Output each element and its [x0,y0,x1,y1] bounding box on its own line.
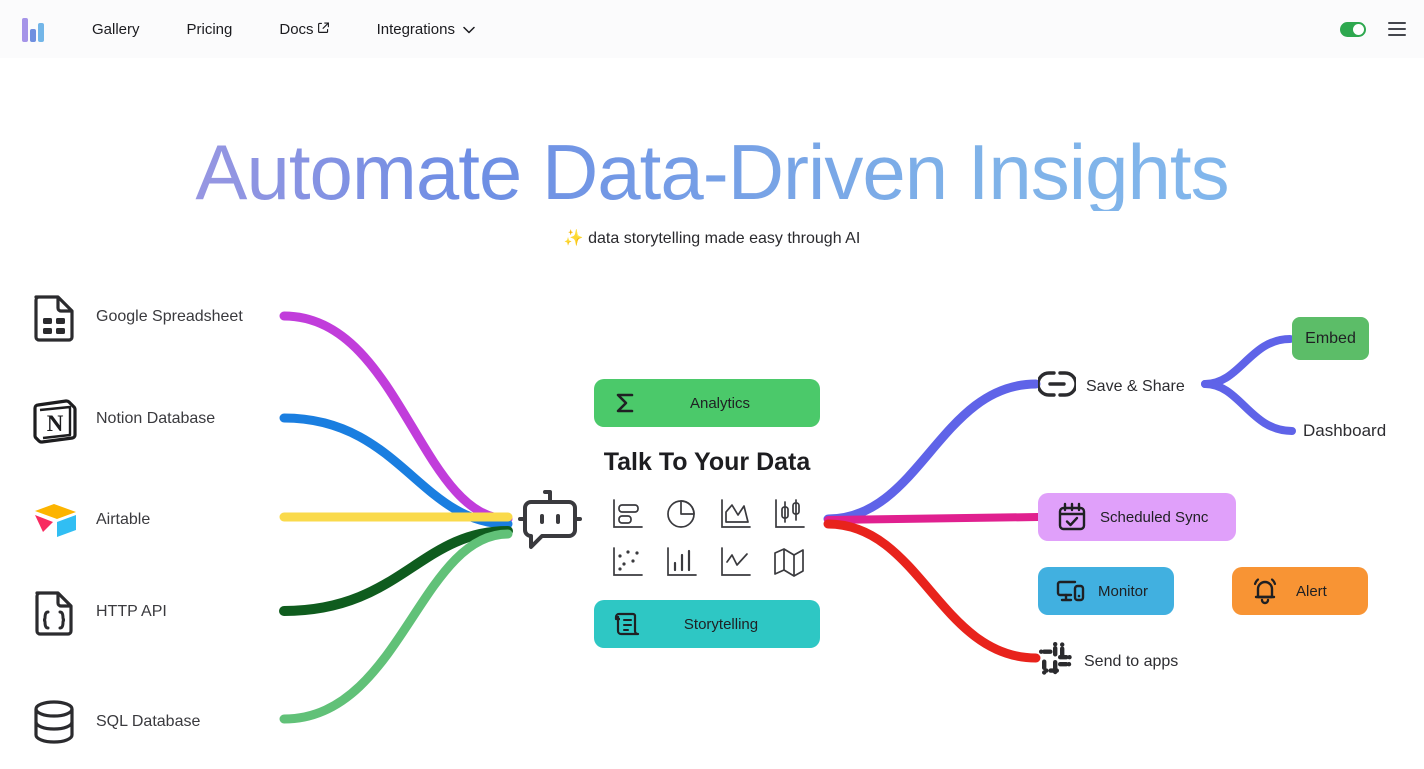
monitor-device-icon [1056,577,1086,605]
bell-icon [1250,576,1280,606]
json-braces-file-icon [26,584,82,640]
analytics-badge[interactable]: Analytics [594,379,820,427]
horizontal-bar-chart-icon[interactable] [609,496,645,537]
storytelling-label: Storytelling [683,615,759,633]
source-airtable[interactable]: Airtable [26,492,150,548]
source-google-spreadsheet[interactable]: Google Spreadsheet [26,289,243,345]
source-notion-database[interactable]: N Notion Database [26,391,215,447]
sigma-icon [612,390,638,416]
notion-icon: N [26,391,82,447]
scroll-document-icon [612,610,640,638]
alert-label: Alert [1296,582,1327,600]
candlestick-chart-icon[interactable] [771,496,807,537]
airtable-icon [26,492,82,548]
scheduled-sync-label: Scheduled Sync [1100,508,1209,526]
line-chart-icon[interactable] [717,544,753,585]
center-heading: Talk To Your Data [603,448,811,476]
connector-sql-database [279,529,513,724]
source-label: SQL Database [96,713,201,730]
vertical-bar-chart-icon[interactable] [663,544,699,585]
connector-scheduled-sync [824,513,1042,524]
database-cylinder-icon [26,694,82,750]
map-chart-icon[interactable] [771,544,807,585]
connector-save-share [823,379,1041,524]
monitor-label: Monitor [1098,582,1149,600]
chat-bot-icon [518,487,582,560]
embed-label: Embed [1305,329,1356,347]
storytelling-badge[interactable]: Storytelling [594,600,820,648]
source-label: HTTP API [96,603,167,620]
source-http-api[interactable]: HTTP API [26,584,167,640]
spreadsheet-file-icon [26,289,82,345]
source-sql-database[interactable]: SQL Database [26,694,200,750]
connector-branch-embed [1201,335,1294,388]
area-chart-icon[interactable] [717,496,753,537]
source-label: Airtable [96,511,151,528]
dashboard-label: Dashboard [1303,421,1387,440]
connector-branch-dashboard [1201,380,1296,435]
output-save-and-share[interactable]: Save & Share [1036,367,1185,406]
slack-icon [1038,641,1074,682]
calendar-check-icon [1056,501,1088,533]
output-scheduled-sync-chip[interactable]: Scheduled Sync [1038,493,1236,541]
send-to-apps-label: Send to apps [1084,652,1179,670]
chart-type-grid [600,492,816,588]
output-embed-chip[interactable]: Embed [1292,317,1369,360]
output-dashboard[interactable]: Dashboard [1303,421,1386,441]
output-monitor-chip[interactable]: Monitor [1038,567,1174,615]
connector-send-to-apps [823,519,1041,663]
link-icon [1036,367,1078,406]
output-send-to-apps[interactable]: Send to apps [1038,641,1178,682]
source-label: Notion Database [96,410,216,427]
svg-text:N: N [47,411,64,436]
pie-chart-icon[interactable] [663,496,699,537]
output-alert-chip[interactable]: Alert [1232,567,1368,615]
save-and-share-label: Save & Share [1086,377,1185,395]
scatter-plot-icon[interactable] [609,544,645,585]
source-label: Google Spreadsheet [96,308,243,325]
analytics-label: Analytics [689,394,751,412]
